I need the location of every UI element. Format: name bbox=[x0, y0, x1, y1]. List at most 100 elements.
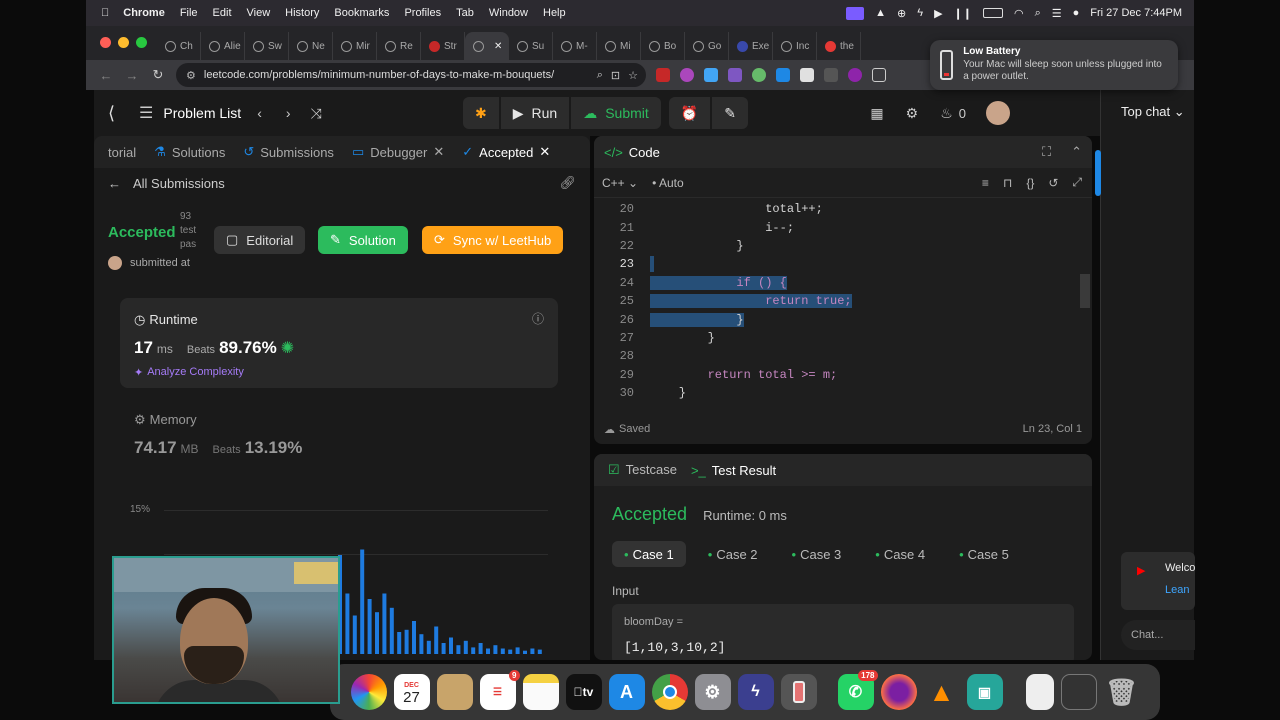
leetcode-logo-icon[interactable]: ⟨ bbox=[108, 103, 115, 124]
close-window-button[interactable] bbox=[100, 37, 111, 48]
format-icon[interactable]: ≡ bbox=[982, 176, 989, 190]
runtime-card[interactable]: ◷ Runtime ⓘ 17 ms Beats 89.76% ✺ ✦ Analyze… bbox=[120, 298, 558, 388]
tab-test-result[interactable]: >_ Test Result bbox=[691, 463, 776, 478]
distribution-bar[interactable] bbox=[360, 549, 365, 655]
browser-tab[interactable]: the bbox=[817, 32, 861, 60]
all-submissions-link[interactable]: ← All Submissions 🔗︎ bbox=[94, 168, 590, 198]
zoom-window-button[interactable] bbox=[136, 37, 147, 48]
shuffle-icon[interactable]: ⤨ bbox=[311, 105, 322, 122]
tab-debugger[interactable]: ▭ Debugger ✕ bbox=[352, 144, 444, 160]
submit-button[interactable]: ☁ Submit bbox=[571, 97, 661, 129]
reminders-app-icon[interactable]: ☰ 9 bbox=[479, 670, 520, 710]
app-store-icon[interactable]: A bbox=[608, 674, 645, 710]
iphone-mirroring-icon[interactable] bbox=[780, 674, 817, 710]
tab-testcase[interactable]: ☑ Testcase bbox=[608, 462, 677, 478]
problem-list-link[interactable]: Problem List bbox=[163, 105, 241, 121]
vpn-icon[interactable]: ⊕ bbox=[897, 7, 906, 20]
distribution-bar[interactable] bbox=[419, 634, 424, 654]
extension-icon[interactable] bbox=[704, 68, 718, 82]
calendar-app-icon[interactable]: DEC 27 bbox=[393, 674, 430, 710]
bookmark-star-icon[interactable]: ☆ bbox=[628, 69, 638, 82]
menu-bookmarks[interactable]: Bookmarks bbox=[334, 7, 389, 19]
expand-icon[interactable]: ⤢ bbox=[1072, 175, 1082, 190]
bolt-icon[interactable]: ϟ bbox=[917, 7, 923, 19]
spotlight-icon[interactable]: ⌕ bbox=[1035, 7, 1041, 20]
extension-icon[interactable] bbox=[680, 68, 694, 82]
screenshot-file-icon[interactable] bbox=[1060, 674, 1097, 710]
tab-accepted[interactable]: ✓ Accepted ✕ bbox=[462, 144, 550, 160]
editorial-button[interactable]: ▢ Editorial bbox=[214, 226, 306, 254]
menu-view[interactable]: View bbox=[247, 7, 271, 19]
browser-tab[interactable]: Bo bbox=[641, 32, 685, 60]
distribution-bar[interactable] bbox=[412, 621, 416, 654]
menu-profiles[interactable]: Profiles bbox=[404, 7, 441, 19]
siri-icon[interactable]: ● bbox=[1073, 7, 1080, 19]
settings-icon[interactable]: ⚙ bbox=[906, 105, 919, 122]
trash-icon[interactable]: 🗑︎ bbox=[1104, 674, 1140, 710]
distribution-bar[interactable] bbox=[471, 647, 476, 654]
distribution-bar[interactable] bbox=[493, 645, 498, 654]
run-button[interactable]: ▶ Run bbox=[500, 97, 570, 129]
extensions-puzzle-icon[interactable] bbox=[872, 68, 886, 82]
language-select[interactable]: C++ ⌄ bbox=[602, 176, 638, 190]
learn-link[interactable]: Lean bbox=[1165, 584, 1189, 596]
address-bar[interactable]: ⚙ leetcode.com/problems/minimum-number-o… bbox=[176, 63, 646, 87]
site-info-icon[interactable]: ⚙ bbox=[186, 69, 196, 82]
distribution-bar[interactable] bbox=[449, 637, 453, 655]
menu-edit[interactable]: Edit bbox=[213, 7, 232, 19]
distribution-bar[interactable] bbox=[434, 626, 439, 655]
menu-app-name[interactable]: Chrome bbox=[123, 7, 165, 19]
extension-icon[interactable] bbox=[752, 68, 766, 82]
distribution-bar[interactable] bbox=[367, 599, 372, 654]
browser-tab[interactable]: Mi bbox=[597, 32, 641, 60]
chrome-app-icon[interactable] bbox=[651, 674, 688, 710]
distribution-bar[interactable] bbox=[352, 615, 357, 655]
memory-section[interactable]: ⚙ Memory 74.17 MB Beats 13.19% bbox=[134, 412, 554, 462]
distribution-bar[interactable] bbox=[382, 593, 387, 655]
distribution-bar[interactable] bbox=[426, 640, 431, 654]
distribution-bar[interactable] bbox=[508, 649, 513, 654]
debug-button[interactable]: ✱ bbox=[463, 97, 499, 129]
reset-icon[interactable]: ↺ bbox=[1048, 176, 1058, 190]
distribution-bar[interactable] bbox=[515, 647, 520, 654]
play-icon[interactable]: ▶ bbox=[934, 7, 942, 20]
minimize-window-button[interactable] bbox=[118, 37, 129, 48]
discord-like-app-icon[interactable]: ▣ bbox=[966, 674, 1003, 710]
analyze-complexity-link[interactable]: ✦ Analyze Complexity bbox=[134, 366, 244, 379]
distribution-bar[interactable] bbox=[478, 643, 483, 654]
distribution-bar[interactable] bbox=[345, 593, 350, 655]
streak-fire-icon[interactable]: ♨ bbox=[940, 105, 953, 122]
control-center-icon[interactable]: ☰ bbox=[1052, 7, 1062, 20]
browser-tab[interactable]: Ne bbox=[289, 32, 333, 60]
case-tab-3[interactable]: • Case 3 bbox=[780, 541, 854, 567]
timer-button[interactable]: ⏰ bbox=[668, 97, 711, 129]
tab-solutions[interactable]: ⚗ Solutions bbox=[154, 144, 225, 160]
low-battery-notification[interactable]: Low Battery Your Mac will sleep soon unl… bbox=[930, 40, 1178, 90]
autocomplete-mode[interactable]: • Auto bbox=[652, 176, 684, 190]
bars-icon[interactable]: ❙❙ bbox=[954, 7, 972, 20]
case-tab-1[interactable]: • Case 1 bbox=[612, 541, 686, 567]
back-icon[interactable]: ← bbox=[98, 68, 114, 83]
browser-tab[interactable]: Go bbox=[685, 32, 729, 60]
menu-file[interactable]: File bbox=[180, 7, 198, 19]
notes-button[interactable]: ✎ bbox=[712, 97, 748, 129]
problem-list-icon[interactable]: ☰ bbox=[139, 103, 153, 123]
status-icon[interactable]: ▲ bbox=[875, 7, 886, 19]
notes-app-icon[interactable] bbox=[522, 674, 559, 710]
distribution-bar[interactable] bbox=[404, 629, 409, 654]
prev-problem-icon[interactable]: ‹ bbox=[257, 105, 262, 121]
browser-tab[interactable]: Alie bbox=[201, 32, 245, 60]
welcome-card[interactable]: ▶ Welco Lean bbox=[1121, 552, 1195, 610]
distribution-bar[interactable] bbox=[500, 648, 505, 655]
distribution-bar[interactable] bbox=[389, 607, 394, 654]
contacts-app-icon[interactable] bbox=[436, 674, 473, 710]
browser-tab[interactable]: Sw bbox=[245, 32, 289, 60]
tab-editorial[interactable]: torial bbox=[108, 145, 136, 160]
distribution-bar[interactable] bbox=[441, 643, 446, 654]
bookmark-icon[interactable]: ⊓ bbox=[1003, 176, 1012, 190]
close-tab-icon[interactable]: ✕ bbox=[539, 144, 550, 160]
case-tab-4[interactable]: • Case 4 bbox=[863, 541, 937, 567]
menu-window[interactable]: Window bbox=[489, 7, 528, 19]
firefox-app-icon[interactable] bbox=[880, 674, 917, 710]
browser-tab[interactable]: Str bbox=[421, 32, 465, 60]
